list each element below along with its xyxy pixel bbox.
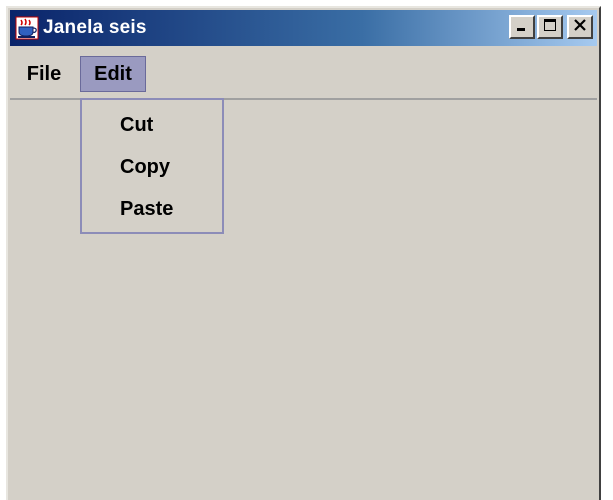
- window-controls: [509, 15, 593, 39]
- menu-item-cut[interactable]: Cut: [82, 104, 222, 146]
- menu-item-paste[interactable]: Paste: [82, 188, 222, 230]
- maximize-button[interactable]: [537, 15, 563, 39]
- app-window: Janela seis File Edit Cut Copy Paste: [6, 6, 601, 500]
- title-bar[interactable]: Janela seis: [10, 10, 597, 46]
- close-icon: [573, 18, 587, 37]
- window-title: Janela seis: [43, 17, 147, 38]
- menu-item-copy[interactable]: Copy: [82, 146, 222, 188]
- minimize-icon: [515, 18, 529, 37]
- maximize-icon: [543, 18, 557, 37]
- menu-edit[interactable]: Edit: [80, 56, 146, 92]
- menu-file[interactable]: File: [18, 56, 70, 92]
- minimize-button[interactable]: [509, 15, 535, 39]
- close-button[interactable]: [567, 15, 593, 39]
- menu-bar: File Edit: [10, 50, 597, 100]
- java-cup-icon[interactable]: [14, 15, 40, 41]
- edit-dropdown-menu: Cut Copy Paste: [80, 98, 224, 234]
